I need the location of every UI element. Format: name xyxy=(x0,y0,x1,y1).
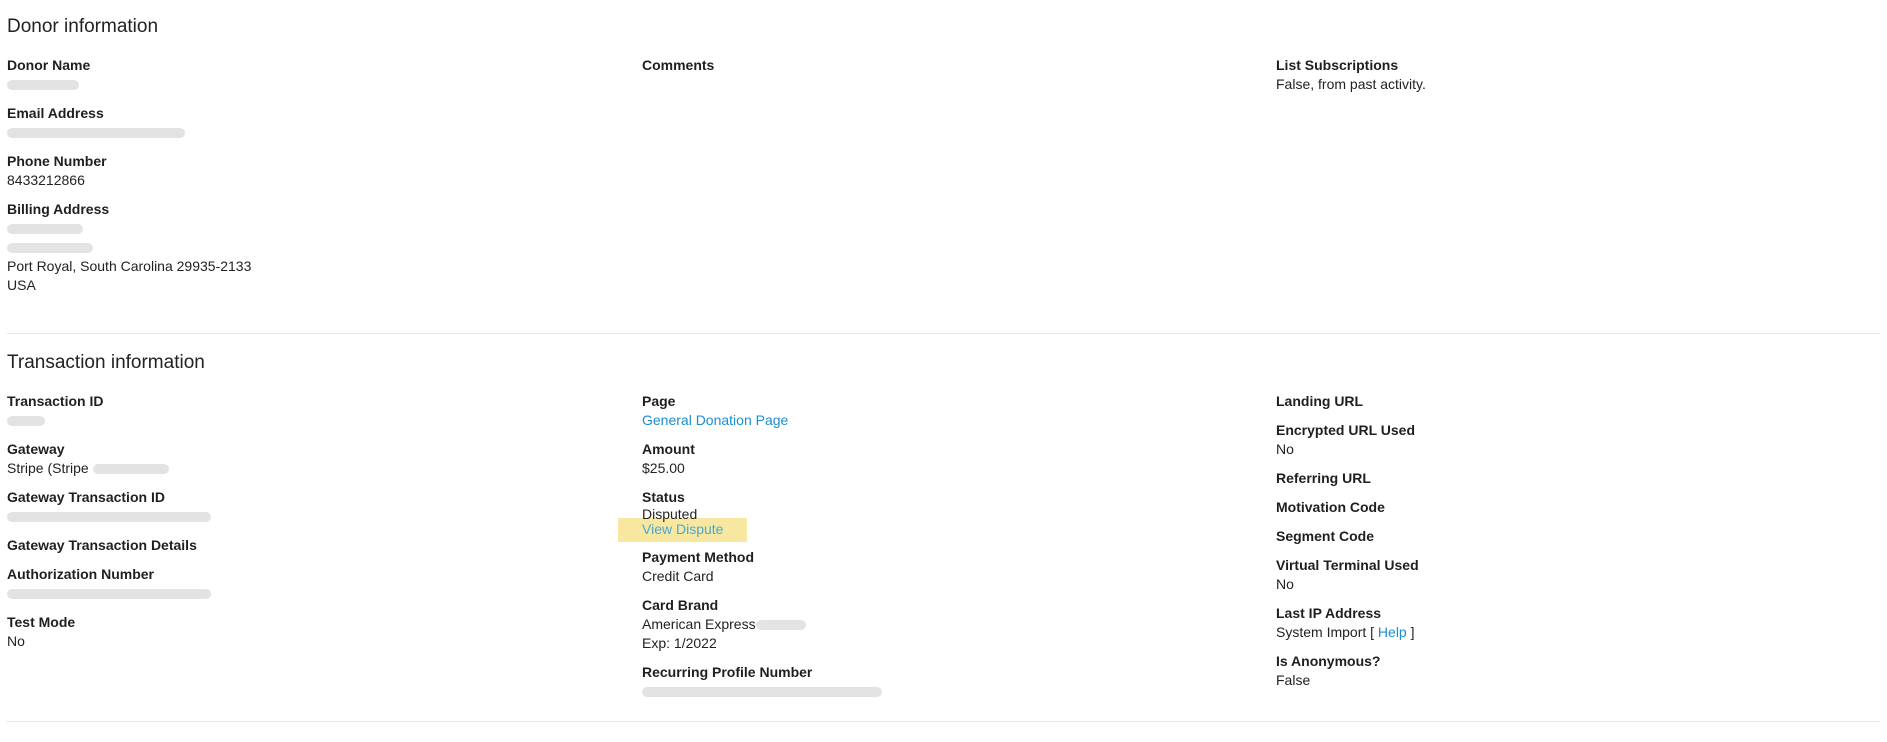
anonymous-value: False xyxy=(1276,672,1311,688)
bracket-close: ] xyxy=(1410,624,1415,640)
donor-name-value xyxy=(7,75,90,94)
amount-label: Amount xyxy=(642,441,695,457)
gateway-text: Stripe (Stripe xyxy=(7,460,89,476)
donor-section-title: Donor information xyxy=(7,16,159,37)
card-expiry: Exp: 1/2022 xyxy=(642,635,717,651)
card-brand-field: Card Brand American Express Exp: 1/2022 xyxy=(642,596,806,653)
transaction-section-title: Transaction information xyxy=(7,352,205,373)
help-link[interactable]: Help xyxy=(1378,624,1407,640)
phone-label: Phone Number xyxy=(7,153,107,169)
donation-detail-page: Donor information Donor Name Email Addre… xyxy=(0,0,1887,742)
last-ip-value: System Import [ Help ] xyxy=(1276,623,1415,642)
redacted-gateway-account xyxy=(92,464,169,475)
motivation-code-field: Motivation Code xyxy=(1276,498,1385,517)
referring-url-label: Referring URL xyxy=(1276,470,1371,486)
amount-value: $25.00 xyxy=(642,460,685,476)
billing-street-line-1 xyxy=(7,219,251,238)
list-subscriptions-field: List Subscriptions False, from past acti… xyxy=(1276,56,1426,94)
donor-name-label: Donor Name xyxy=(7,57,91,73)
general-donation-page-link[interactable]: General Donation Page xyxy=(642,412,788,428)
billing-city-line: Port Royal, South Carolina 29935-2133 xyxy=(7,258,252,274)
last-ip-label: Last IP Address xyxy=(1276,605,1382,621)
redacted-street-1 xyxy=(7,224,83,235)
encrypted-url-field: Encrypted URL Used No xyxy=(1276,421,1415,459)
recurring-profile-field: Recurring Profile Number xyxy=(642,663,882,701)
gateway-label: Gateway xyxy=(7,441,65,457)
transaction-id-label: Transaction ID xyxy=(7,393,104,409)
billing-address-label: Billing Address xyxy=(7,201,110,217)
test-mode-label: Test Mode xyxy=(7,614,76,630)
transaction-id-value xyxy=(7,411,103,430)
virtual-terminal-label: Virtual Terminal Used xyxy=(1276,557,1419,573)
section-divider xyxy=(7,333,1880,334)
payment-method-value: Credit Card xyxy=(642,568,714,584)
anonymous-label: Is Anonymous? xyxy=(1276,653,1381,669)
phone-field: Phone Number 8433212866 xyxy=(7,152,107,190)
gateway-transaction-details-label: Gateway Transaction Details xyxy=(7,537,197,553)
gateway-value: Stripe (Stripe xyxy=(7,459,169,478)
status-value: Disputed xyxy=(642,506,698,522)
bracket-open: [ xyxy=(1370,624,1375,640)
redacted-card-digits xyxy=(755,620,806,631)
billing-street-line-2 xyxy=(7,238,251,257)
test-mode-field: Test Mode No xyxy=(7,613,75,651)
status-label: Status xyxy=(642,489,685,505)
recurring-profile-label: Recurring Profile Number xyxy=(642,664,813,680)
encrypted-url-value: No xyxy=(1276,441,1294,457)
gateway-field: Gateway Stripe (Stripe xyxy=(7,440,169,478)
card-brand-label: Card Brand xyxy=(642,597,719,613)
redacted-gateway-transaction-id[interactable] xyxy=(7,512,211,523)
email-label: Email Address xyxy=(7,105,104,121)
email-value xyxy=(7,123,185,142)
authorization-number-label: Authorization Number xyxy=(7,566,154,582)
gateway-transaction-id-value xyxy=(7,507,211,526)
page-label: Page xyxy=(642,393,676,409)
phone-value: 8433212866 xyxy=(7,172,85,188)
donor-name-field: Donor Name xyxy=(7,56,90,94)
redacted-street-2 xyxy=(7,243,93,254)
comments-field: Comments xyxy=(642,56,714,75)
transaction-id-field: Transaction ID xyxy=(7,392,103,430)
authorization-number-field: Authorization Number xyxy=(7,565,211,603)
anonymous-field: Is Anonymous? False xyxy=(1276,652,1381,690)
list-subscriptions-label: List Subscriptions xyxy=(1276,57,1399,73)
recurring-profile-value xyxy=(642,682,882,701)
authorization-number-value xyxy=(7,584,211,603)
redacted-transaction-id xyxy=(7,416,45,427)
list-subscriptions-value: False, from past activity. xyxy=(1276,76,1426,92)
billing-country: USA xyxy=(7,277,36,293)
status-field: Status Disputed View Dispute xyxy=(642,488,723,537)
landing-url-label: Landing URL xyxy=(1276,393,1364,409)
amount-field: Amount $25.00 xyxy=(642,440,695,478)
segment-code-field: Segment Code xyxy=(1276,527,1374,546)
card-brand-text: American Express xyxy=(642,616,756,632)
comments-label: Comments xyxy=(642,57,715,73)
billing-address-field: Billing Address Port Royal, South Caroli… xyxy=(7,200,251,295)
encrypted-url-label: Encrypted URL Used xyxy=(1276,422,1415,438)
last-ip-field: Last IP Address System Import [ Help ] xyxy=(1276,604,1415,642)
bottom-divider xyxy=(7,721,1880,722)
redacted-recurring-profile xyxy=(642,687,882,698)
redacted-donor-name xyxy=(7,80,79,91)
page-field: Page General Donation Page xyxy=(642,392,788,430)
gateway-transaction-id-field: Gateway Transaction ID xyxy=(7,488,211,526)
referring-url-field: Referring URL xyxy=(1276,469,1371,488)
redacted-authorization-number xyxy=(7,589,211,600)
redacted-email xyxy=(7,128,185,139)
card-brand-value: American Express xyxy=(642,615,806,634)
gateway-transaction-details-field: Gateway Transaction Details xyxy=(7,536,197,555)
last-ip-text: System Import xyxy=(1276,624,1367,640)
landing-url-field: Landing URL xyxy=(1276,392,1363,411)
payment-method-field: Payment Method Credit Card xyxy=(642,548,754,586)
virtual-terminal-value: No xyxy=(1276,576,1294,592)
gateway-transaction-id-label: Gateway Transaction ID xyxy=(7,489,165,505)
payment-method-label: Payment Method xyxy=(642,549,755,565)
virtual-terminal-field: Virtual Terminal Used No xyxy=(1276,556,1419,594)
segment-code-label: Segment Code xyxy=(1276,528,1375,544)
test-mode-value: No xyxy=(7,633,25,649)
email-field: Email Address xyxy=(7,104,185,142)
view-dispute-link[interactable]: View Dispute xyxy=(642,521,723,537)
motivation-code-label: Motivation Code xyxy=(1276,499,1385,515)
